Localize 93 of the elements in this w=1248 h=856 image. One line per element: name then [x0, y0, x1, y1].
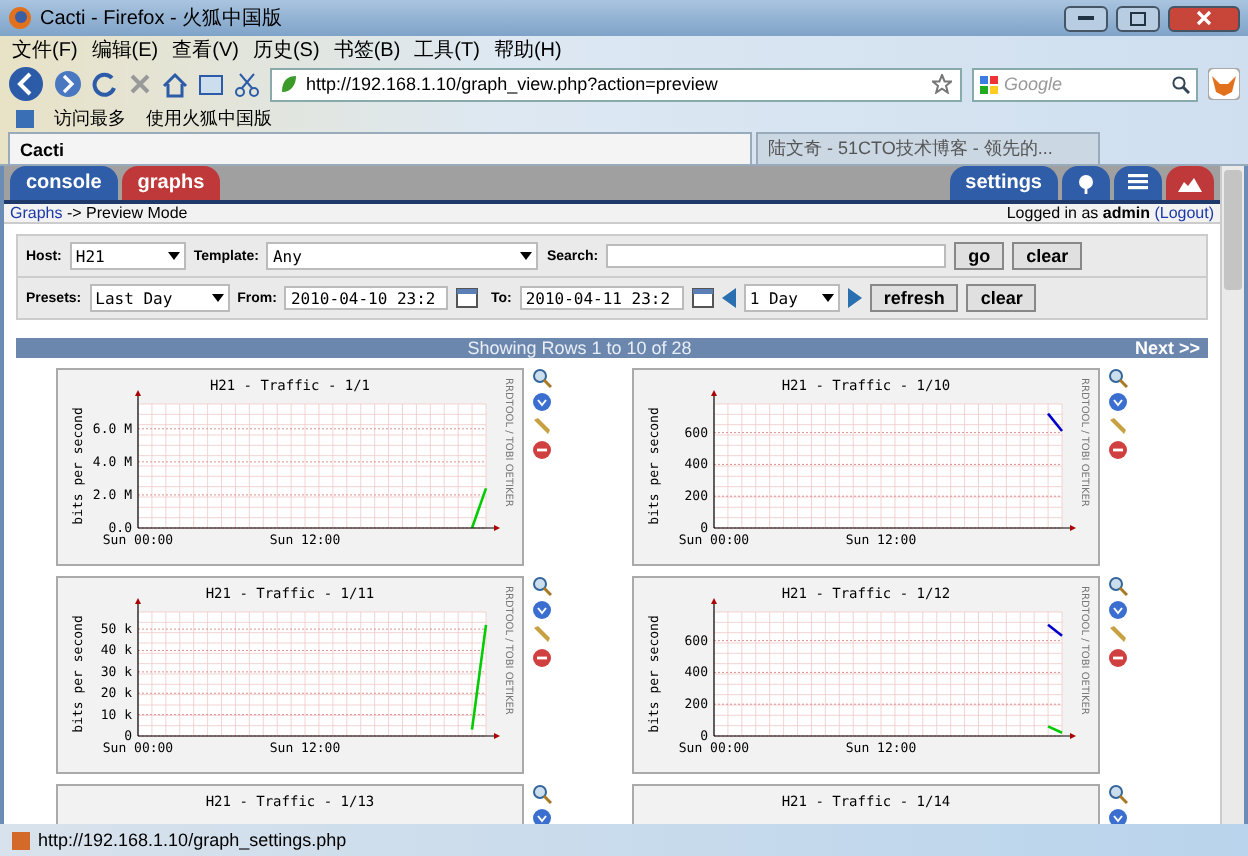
data-line — [1047, 725, 1063, 734]
zoom-icon[interactable] — [532, 784, 552, 804]
zoom-icon[interactable] — [1108, 368, 1128, 388]
window-title: Cacti - Firefox - 火狐中国版 — [40, 5, 285, 32]
status-text: http://192.168.1.10/graph_settings.php — [38, 830, 347, 850]
maximize-button[interactable] — [1116, 5, 1160, 31]
minimize-button[interactable] — [1064, 5, 1108, 31]
scrollbar-thumb[interactable] — [1224, 170, 1242, 290]
forward-icon[interactable] — [54, 70, 82, 98]
refresh-button[interactable]: refresh — [869, 284, 959, 312]
tree-icon — [1076, 173, 1096, 193]
zoom-icon[interactable] — [1108, 784, 1128, 804]
chart-icon — [1178, 175, 1202, 191]
wrench-icon[interactable] — [1108, 624, 1128, 644]
down-circle-icon[interactable] — [1108, 600, 1128, 620]
data-line — [470, 487, 488, 529]
search-icon[interactable] — [1172, 75, 1190, 93]
template-select[interactable]: Any — [266, 242, 539, 270]
caret-icon — [821, 294, 834, 302]
caret-icon — [211, 294, 224, 302]
list-icon — [1128, 174, 1148, 192]
menu-item[interactable]: 帮助(H) — [493, 36, 562, 64]
delete-icon[interactable] — [532, 440, 552, 460]
caret-icon — [520, 252, 533, 260]
menu-item[interactable]: 工具(T) — [414, 36, 480, 64]
browser-tab[interactable]: 陆文奇 - 51CTO技术博客 - 领先的... — [756, 132, 1100, 164]
pager-text: Showing Rows 1 to 10 of 28 — [465, 338, 694, 358]
menu-item[interactable]: 文件(F) — [12, 36, 78, 64]
address-field[interactable]: http://192.168.1.10/graph_view.php?action=preview — [270, 67, 962, 101]
firefox-icon — [8, 6, 32, 30]
back-icon[interactable] — [8, 66, 44, 102]
breadcrumb-link[interactable]: Graphs — [10, 204, 63, 222]
clear-button[interactable]: clear — [966, 284, 1037, 312]
bookmark-icon[interactable] — [16, 109, 34, 127]
menu-item[interactable]: 编辑(E) — [91, 36, 159, 64]
next-link[interactable]: Next >> — [1134, 338, 1200, 358]
from-input[interactable]: 2010-04-10 23:2 — [284, 286, 449, 310]
nav-tab[interactable]: console — [10, 166, 118, 200]
scissors-icon[interactable] — [234, 71, 260, 97]
page-icon — [12, 831, 30, 849]
wrench-icon[interactable] — [1108, 416, 1128, 436]
browser-tab[interactable]: Cacti — [8, 132, 752, 164]
go-button[interactable]: go — [954, 242, 1005, 270]
host-select[interactable]: H21 — [69, 242, 186, 270]
window-icon[interactable] — [198, 71, 224, 97]
breadcrumb-text: -> Preview Mode — [64, 204, 188, 222]
logout-link[interactable]: (Logout) — [1149, 204, 1214, 222]
calendar-icon[interactable] — [456, 288, 479, 308]
view-tab[interactable] — [1166, 166, 1214, 200]
settings-tab[interactable]: settings — [949, 166, 1058, 200]
nav-tab[interactable]: graphs — [121, 166, 221, 200]
search-engine-icon[interactable] — [980, 75, 998, 93]
menu-item[interactable]: 查看(V) — [172, 36, 239, 64]
view-tab[interactable] — [1114, 166, 1162, 200]
view-tab[interactable] — [1062, 166, 1110, 200]
timespan-select[interactable]: 1 Day — [743, 284, 840, 312]
bookmark-link[interactable]: 访问最多 — [54, 105, 126, 131]
menu-item[interactable]: 历史(S) — [252, 36, 320, 64]
delete-icon[interactable] — [1108, 648, 1128, 668]
delete-icon[interactable] — [1108, 440, 1128, 460]
star-icon[interactable] — [932, 74, 952, 94]
presets-select[interactable]: Last Day — [89, 284, 230, 312]
to-input[interactable]: 2010-04-11 23:2 — [519, 286, 684, 310]
wrench-icon[interactable] — [532, 624, 552, 644]
left-arrow-icon[interactable] — [721, 288, 736, 308]
zoom-icon[interactable] — [532, 576, 552, 596]
menu-item[interactable]: 书签(B) — [333, 36, 401, 64]
wrench-icon[interactable] — [532, 416, 552, 436]
down-circle-icon[interactable] — [1108, 392, 1128, 412]
delete-icon[interactable] — [532, 648, 552, 668]
reload-icon[interactable] — [92, 71, 118, 97]
fox-icon[interactable] — [1208, 68, 1240, 100]
login-text: Logged in as admin — [1006, 204, 1150, 222]
data-line — [470, 624, 488, 730]
right-arrow-icon[interactable] — [847, 288, 862, 308]
leaf-icon — [280, 74, 298, 94]
data-line — [1047, 623, 1063, 637]
data-line — [1047, 412, 1063, 432]
close-button[interactable] — [1168, 5, 1240, 31]
zoom-icon[interactable] — [532, 368, 552, 388]
down-circle-icon[interactable] — [532, 600, 552, 620]
down-circle-icon[interactable] — [532, 392, 552, 412]
close-icon — [1196, 10, 1212, 26]
caret-icon — [167, 252, 180, 260]
calendar-icon[interactable] — [691, 288, 714, 308]
scrollbar[interactable] — [1220, 166, 1244, 824]
search-input[interactable] — [606, 244, 947, 268]
minimize-icon — [1078, 15, 1094, 21]
maximize-icon — [1130, 11, 1146, 25]
home-icon[interactable] — [162, 71, 188, 97]
zoom-icon[interactable] — [1108, 576, 1128, 596]
clear-button[interactable]: clear — [1012, 242, 1083, 270]
bookmark-link[interactable]: 使用火狐中国版 — [146, 105, 272, 131]
